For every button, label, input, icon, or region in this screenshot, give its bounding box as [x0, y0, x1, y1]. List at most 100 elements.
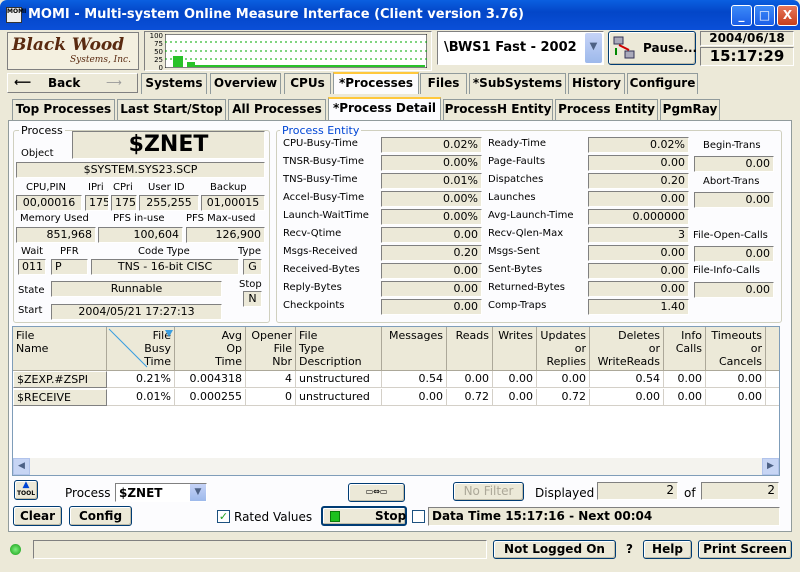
table-cell[interactable]	[766, 389, 779, 406]
metric-value: 0.02%	[381, 137, 482, 153]
clear-button[interactable]: Clear	[13, 506, 62, 526]
table-cell[interactable]	[766, 371, 779, 388]
column-header[interactable]: File Name	[13, 327, 107, 371]
subtab-last-start-stop[interactable]: Last Start/Stop	[117, 99, 226, 120]
table-cell[interactable]: 0.54	[382, 371, 447, 388]
metric-value: 0.00	[588, 155, 689, 171]
tab-history[interactable]: History	[568, 73, 625, 94]
table-cell[interactable]: 0.00	[493, 389, 537, 406]
scroll-left-icon[interactable]: ◀	[13, 458, 30, 475]
title-bar[interactable]: MOMI MOMI - Multi-system Online Measure …	[0, 0, 800, 30]
table-cell[interactable]: 0.72	[537, 389, 590, 406]
column-header-line: Nbr	[272, 355, 292, 368]
tab-processes[interactable]: *Processes	[333, 72, 419, 94]
tab-files[interactable]: Files	[420, 73, 467, 94]
help-button[interactable]: Help	[643, 540, 692, 559]
table-cell[interactable]: unstructured	[296, 371, 382, 388]
print-screen-button[interactable]: Print Screen	[698, 540, 792, 559]
table-cell[interactable]: 4	[246, 371, 296, 388]
column-header[interactable]: Deletes or WriteReads	[590, 327, 664, 371]
scroll-right-icon[interactable]: ▶	[762, 458, 779, 475]
column-header[interactable]: Avg Op Time	[175, 327, 246, 371]
help-question-icon[interactable]: ?	[626, 542, 633, 556]
table-cell[interactable]: 0.00	[706, 371, 766, 388]
table-cell[interactable]: 0.00	[447, 371, 493, 388]
minimize-button[interactable]: _	[731, 5, 752, 26]
column-header-line: File	[16, 329, 35, 342]
column-header-line: Info	[681, 329, 702, 342]
userid-label: User ID	[148, 182, 185, 193]
tab-cpus[interactable]: CPUs	[284, 73, 331, 94]
column-header-line	[16, 355, 103, 368]
auto-refresh-checkbox[interactable]	[412, 510, 425, 523]
maximize-button[interactable]: □	[754, 5, 775, 26]
table-cell[interactable]: 0.00	[537, 371, 590, 388]
table-cell[interactable]: 0.21%	[107, 371, 175, 388]
data-time-display: Data Time 15:17:16 - Next 00:04	[428, 507, 780, 526]
table-cell[interactable]: 0.000255	[175, 389, 246, 406]
close-button[interactable]: X	[777, 5, 798, 26]
table-cell[interactable]: 0.00	[382, 389, 447, 406]
rated-values-checkbox[interactable]: ✓	[217, 510, 230, 523]
tab-overview[interactable]: Overview	[210, 73, 281, 94]
column-header[interactable]: Reads	[447, 327, 493, 371]
subtab-process-detail[interactable]: *Process Detail	[328, 97, 441, 121]
no-filter-button[interactable]: No Filter	[453, 482, 524, 501]
metric-value: 0.00%	[381, 191, 482, 207]
config-button[interactable]: Config	[69, 506, 132, 526]
chevron-down-icon[interactable]: ▼	[585, 33, 602, 63]
table-cell[interactable]: 0.72	[447, 389, 493, 406]
column-header[interactable]: NC	[766, 327, 779, 371]
table-cell[interactable]: 0.00	[590, 389, 664, 406]
pause-button[interactable]: Pause...	[608, 31, 697, 65]
subtab-top-processes[interactable]: Top Processes	[12, 99, 115, 120]
login-button[interactable]: Not Logged On	[493, 540, 616, 559]
table-cell[interactable]: 0.01%	[107, 389, 175, 406]
subtab-all-processes[interactable]: All Processes	[228, 99, 326, 120]
tab-subsystems[interactable]: *SubSystems	[469, 73, 566, 94]
column-header-line: File	[273, 342, 292, 355]
column-header[interactable]: Info Calls	[664, 327, 706, 371]
table-cell[interactable]: 0.00	[706, 389, 766, 406]
tab-configure[interactable]: Configure	[627, 73, 698, 94]
table-cell[interactable]: 0	[246, 389, 296, 406]
subtab-processh-entity[interactable]: ProcessH Entity	[443, 99, 553, 120]
row-header[interactable]: $RECEIVE	[13, 389, 107, 406]
metric-label: Received-Bytes	[283, 264, 360, 275]
table-cell[interactable]: 0.54	[590, 371, 664, 388]
metric-label: Recv-Qtime	[283, 228, 342, 239]
system-select[interactable]: \BWS1 Fast - 2002 ▼	[437, 31, 604, 65]
column-header-line: or	[574, 342, 586, 355]
file-view-button[interactable]: ▭⇔▭	[348, 483, 405, 502]
column-header[interactable]: Writes	[493, 327, 537, 371]
sort-indicator-icon	[108, 328, 173, 368]
back-button[interactable]: ⟵ Back	[8, 74, 88, 92]
process-filter-select[interactable]: $ZNET ▼	[115, 483, 207, 502]
column-header[interactable]: Messages	[382, 327, 447, 371]
back-forward-group: ⟵ Back ⟶	[7, 73, 138, 93]
table-cell[interactable]: unstructured	[296, 389, 382, 406]
metric-label: Avg-Launch-Time	[488, 210, 574, 221]
subtab-process-entity[interactable]: Process Entity	[555, 99, 658, 120]
column-header[interactable]: Opener File Nbr	[246, 327, 296, 371]
horizontal-scrollbar[interactable]: ◀ ▶	[13, 458, 779, 475]
pfs-max-value: 126,900	[186, 227, 265, 243]
table-cell[interactable]: 0.00	[664, 371, 706, 388]
tab-systems[interactable]: Systems	[141, 73, 207, 94]
forward-arrow-icon[interactable]: ⟶	[92, 74, 136, 92]
table-cell[interactable]: 0.00	[493, 371, 537, 388]
table-cell[interactable]: 0.00	[664, 389, 706, 406]
row-header[interactable]: $ZEXP.#ZSPI	[13, 371, 107, 388]
column-header-line: Timeouts	[711, 329, 762, 342]
column-header-line: WriteReads	[597, 355, 660, 368]
column-header[interactable]: Timeouts or Cancels	[706, 327, 766, 371]
chevron-down-icon[interactable]: ▼	[190, 484, 206, 501]
column-header-line: Writes	[498, 329, 533, 342]
tool-button[interactable]: ▲ TOOL	[14, 480, 38, 500]
stop-button[interactable]: Stop	[321, 506, 407, 526]
subtab-pgmray[interactable]: PgmRay	[660, 99, 720, 120]
column-header[interactable]: File Type Description	[296, 327, 382, 371]
table-cell[interactable]: 0.004318	[175, 371, 246, 388]
file-table[interactable]: File Name File Busy Time Avg Op Time Opener File N…	[12, 326, 780, 476]
column-header[interactable]: Updates or Replies	[537, 327, 590, 371]
